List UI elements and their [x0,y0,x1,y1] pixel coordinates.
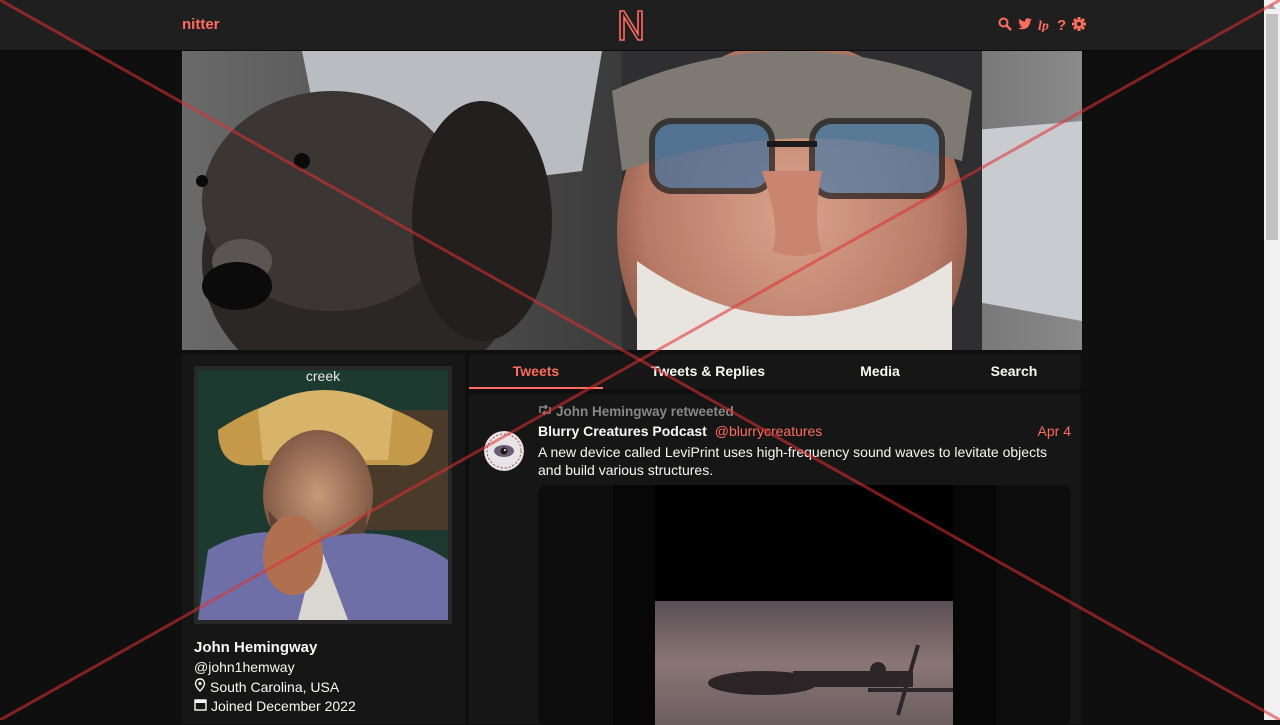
gear-icon[interactable] [1072,16,1086,32]
timeline: John Hemingway retweeted Blurry Creature… [469,394,1081,725]
tab-tweets-replies[interactable]: Tweets & Replies [633,354,783,389]
profile-banner[interactable] [182,51,1082,350]
retweet-icon [538,404,552,419]
tweet-username[interactable]: @blurrycreatures [715,423,823,439]
tab-tweets[interactable]: Tweets [469,354,603,389]
bird-icon[interactable] [1017,16,1033,32]
calendar-icon [194,698,207,714]
profile-joindate: Joined December 2022 [194,698,356,714]
navbar: nitter lp ? [0,0,1264,50]
scrollbar[interactable] [1264,0,1280,720]
profile-card: creek John Hemingway @john1hemway South … [182,354,465,724]
tweet-header: Blurry Creatures Podcast @blurrycreature… [538,423,1071,439]
tweet-content: A new device called LeviPrint uses high-… [538,444,1047,478]
profile-location: South Carolina, USA [194,678,339,695]
tweet-date[interactable]: Apr 4 [1038,423,1071,439]
svg-text:?: ? [1057,17,1066,32]
avatar[interactable]: creek [194,366,452,624]
scrollbar-thumb[interactable] [1266,14,1278,240]
tab-media[interactable]: Media [829,354,931,389]
tweet-fullname[interactable]: Blurry Creatures Podcast [538,423,707,439]
timeline-tabs: Tweets Tweets & Replies Media Search [469,354,1081,389]
nitter-logo[interactable] [617,8,645,47]
location-text: South Carolina, USA [210,678,340,695]
tweet-avatar[interactable] [484,431,524,471]
scroll-up-arrow-icon[interactable] [1268,4,1276,9]
tweet-media[interactable] [538,485,1071,725]
retweet-header: John Hemingway retweeted [538,404,734,419]
question-icon[interactable]: ? [1057,16,1067,34]
nav-icons: lp ? [998,16,1086,34]
tab-search[interactable]: Search [963,354,1065,389]
retweet-label: John Hemingway retweeted [556,404,734,419]
svg-text:lp: lp [1038,19,1049,32]
joined-text: Joined December 2022 [211,698,356,714]
search-icon[interactable] [998,16,1012,32]
brand-link[interactable]: nitter [182,16,220,33]
profile-username[interactable]: @john1hemway [194,659,295,675]
profile-fullname[interactable]: John Hemingway [194,639,317,656]
avatar-caption: creek [305,368,341,384]
location-pin-icon [194,678,206,695]
rss-icon[interactable]: lp [1038,16,1052,34]
